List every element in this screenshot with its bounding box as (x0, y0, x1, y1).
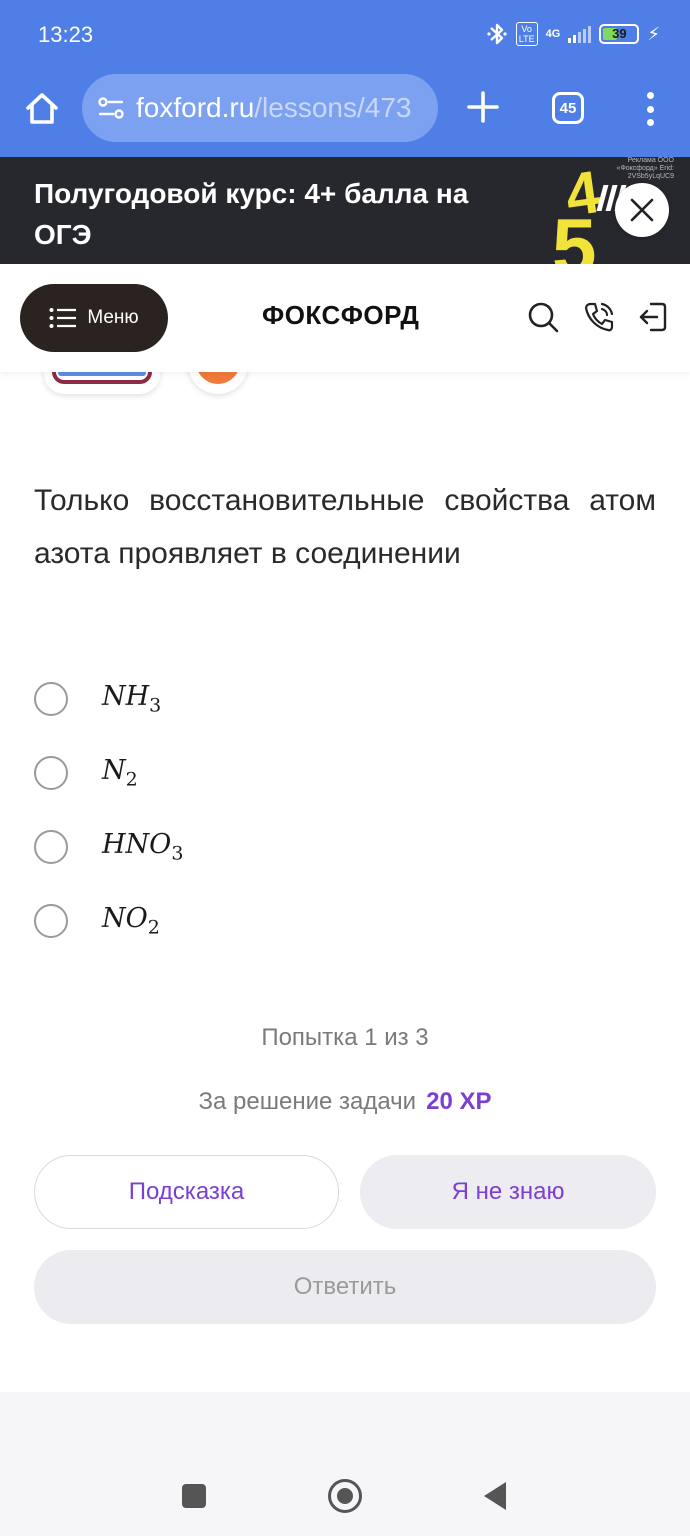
formula: NH3 (102, 681, 162, 717)
charging-icon: ⚡ (647, 23, 660, 44)
answer-option[interactable]: NO2 (34, 884, 654, 958)
answer-option[interactable]: NH3 (34, 662, 654, 736)
home-nav-icon[interactable] (328, 1479, 362, 1513)
ad-title: Полугодовой курс: 4+ балла на ОГЭ (34, 178, 469, 250)
address-bar[interactable]: foxford.ru/lessons/473 (82, 74, 438, 142)
ad-banner[interactable]: Полугодовой курс: 4+ балла на ОГЭ 4 5 Ре… (0, 157, 690, 264)
list-icon (49, 308, 77, 328)
answer-option[interactable]: HNO3 (34, 810, 654, 884)
new-tab-icon[interactable] (466, 90, 500, 124)
login-icon[interactable] (636, 300, 670, 334)
url-domain: foxford.ru (136, 92, 255, 123)
status-icons: Vo LTE 4G 39 ⚡ (486, 20, 660, 48)
url-path: /lessons/473 (254, 92, 412, 123)
battery-level: 39 (612, 26, 627, 41)
answer-option[interactable]: N2 (34, 736, 654, 810)
formula: HNO3 (102, 829, 184, 865)
status-time: 13:23 (38, 22, 94, 47)
site-header: Меню ФОКСФОРД (0, 264, 690, 372)
close-icon[interactable] (615, 183, 669, 237)
reward-label: За решение задачи (198, 1088, 417, 1115)
battery-icon: 39 (599, 24, 640, 44)
radio-button[interactable] (34, 904, 68, 938)
more-menu-icon[interactable] (640, 92, 660, 126)
radio-button[interactable] (34, 756, 68, 790)
dont-know-button[interactable]: Я не знаю (360, 1155, 656, 1229)
back-icon[interactable] (484, 1482, 506, 1510)
ad-label: Реклама ООО «Фоксфорд» Erid: 2VSb5yLqUC9 (616, 157, 674, 180)
reward-info: За решение задачи 20 XP (0, 1088, 690, 1116)
home-icon[interactable] (22, 88, 62, 128)
submit-answer-button[interactable]: Ответить (34, 1250, 656, 1324)
attempt-counter: Попытка 1 из 3 (261, 1024, 429, 1051)
tab-switcher-button[interactable]: 45 (552, 92, 584, 124)
bluetooth-icon (487, 23, 507, 45)
browser-chrome: 13:23 Vo LTE 4G 39 ⚡ foxford.ru/lessons/… (0, 0, 690, 157)
question-text: Только восстановительные свойства атом а… (34, 484, 656, 570)
menu-button[interactable]: Меню (20, 284, 168, 352)
formula: NO2 (102, 903, 160, 939)
phone-icon[interactable] (582, 300, 616, 334)
radio-button[interactable] (34, 682, 68, 716)
site-logo[interactable]: ФОКСФОРД (262, 300, 419, 331)
menu-label: Меню (87, 307, 139, 328)
signal-icon (568, 25, 592, 43)
answer-options: NH3 N2 HNO3 NO2 (34, 662, 654, 958)
radio-button[interactable] (34, 830, 68, 864)
network-type: 4G (545, 27, 561, 40)
ad-digit-five: 5 (552, 202, 597, 264)
url-text: foxford.ru/lessons/473 (136, 92, 412, 124)
volte-icon: Vo LTE (515, 22, 538, 46)
reward-xp: 20 XP (426, 1088, 492, 1115)
search-icon[interactable] (526, 300, 560, 334)
system-nav-bar (0, 1392, 690, 1536)
formula: N2 (102, 755, 138, 791)
site-settings-icon[interactable] (96, 93, 126, 123)
hint-button[interactable]: Подсказка (34, 1155, 339, 1229)
recent-apps-icon[interactable] (182, 1484, 206, 1508)
